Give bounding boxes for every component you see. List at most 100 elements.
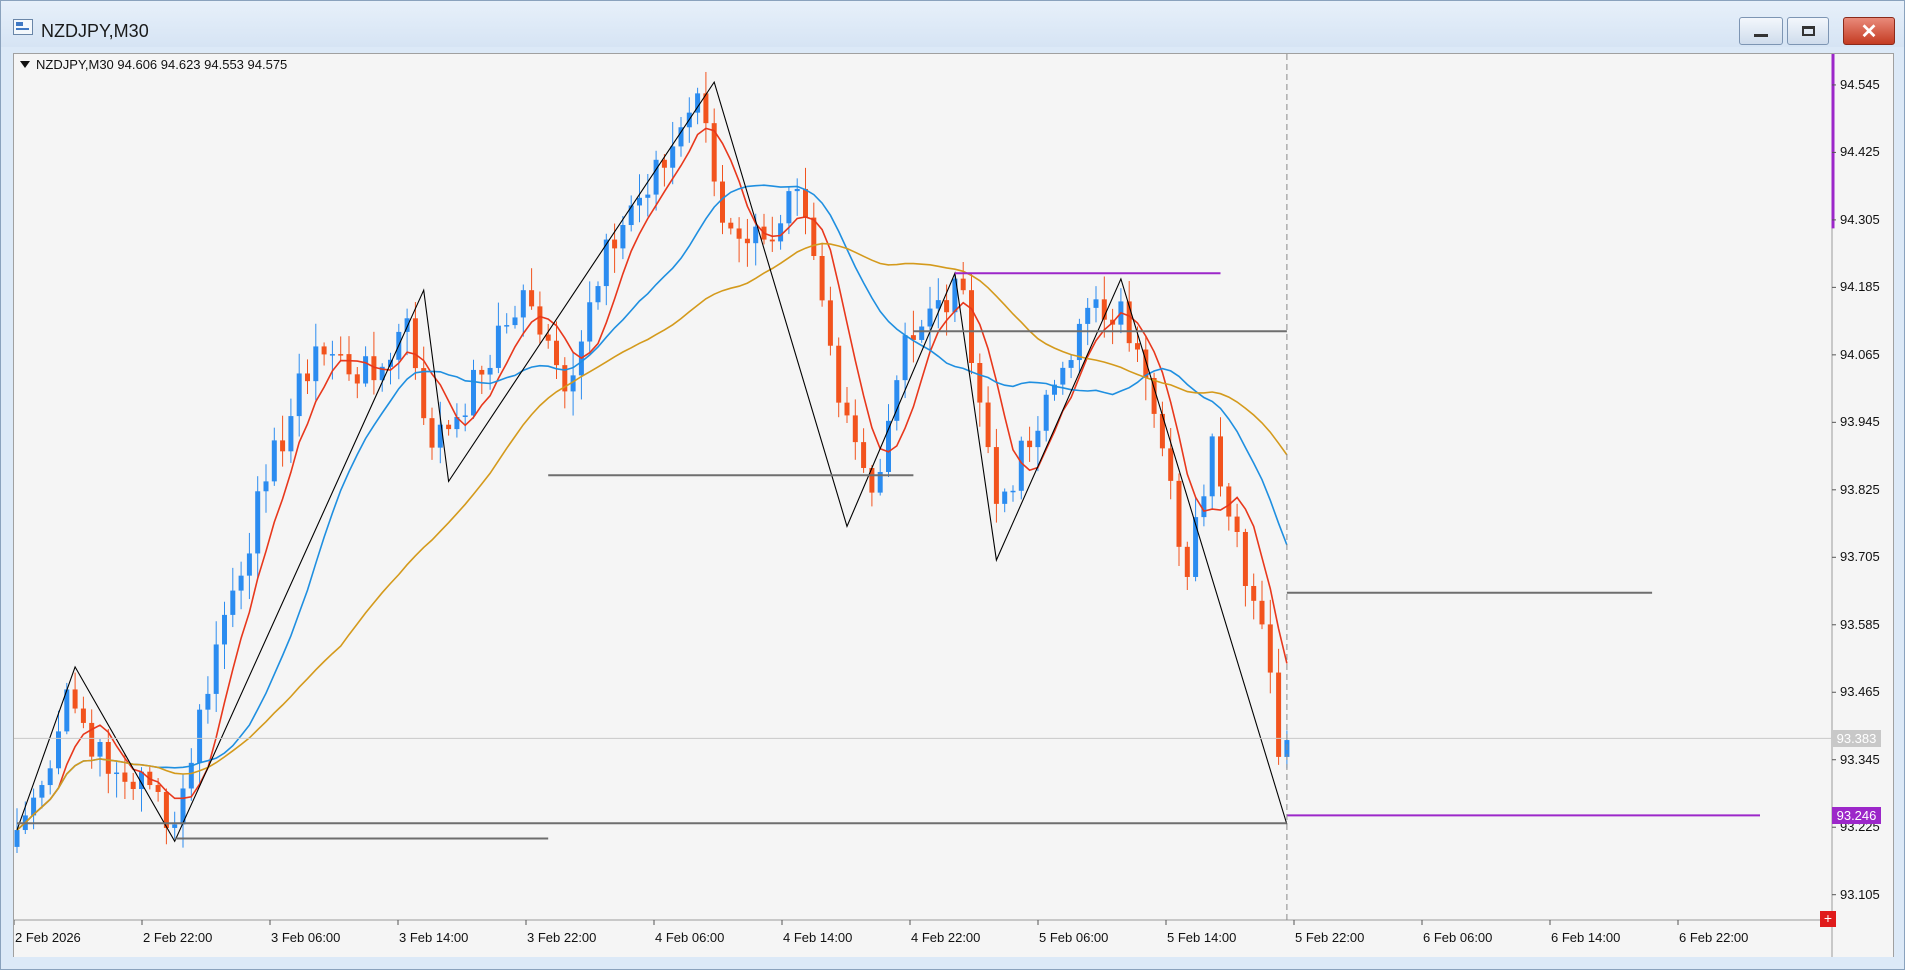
- bullish-candle: [205, 693, 211, 710]
- bullish-candle: [786, 191, 792, 224]
- bullish-candle: [1085, 307, 1091, 324]
- price-tick-label: 94.425: [1840, 144, 1880, 160]
- bearish-candle: [72, 689, 78, 709]
- price-chart[interactable]: NZDJPY,M30 94.606 94.623 94.553 94.575 9…: [13, 53, 1894, 959]
- title-bar[interactable]: NZDJPY,M30 ✕: [1, 1, 1904, 47]
- time-tick-label: 5 Feb 06:00: [1039, 930, 1109, 945]
- chart-canvas[interactable]: [14, 54, 1893, 958]
- collapse-triangle-icon[interactable]: [20, 61, 30, 68]
- bearish-candle: [1184, 546, 1190, 577]
- bearish-candle: [827, 300, 833, 346]
- bullish-candle: [462, 415, 468, 417]
- bullish-candle: [97, 742, 103, 757]
- bullish-candle: [927, 308, 933, 327]
- time-tick-label: 5 Feb 14:00: [1167, 930, 1237, 945]
- price-tick-label: 94.185: [1840, 279, 1880, 295]
- bearish-candle: [852, 415, 858, 443]
- bearish-candle: [1234, 516, 1240, 532]
- price-tick-label: 93.345: [1840, 751, 1880, 767]
- time-tick-label: 2 Feb 22:00: [143, 930, 213, 945]
- bearish-candle: [412, 318, 418, 369]
- time-tick-label: 6 Feb 14:00: [1551, 930, 1621, 945]
- bullish-candle: [794, 188, 800, 192]
- minimize-button[interactable]: [1739, 17, 1783, 45]
- bearish-candle: [720, 181, 725, 223]
- bearish-candle: [993, 447, 999, 504]
- add-plus-button[interactable]: +: [1820, 911, 1836, 927]
- bullish-candle: [595, 286, 601, 303]
- bearish-candle: [321, 346, 327, 355]
- moving-average-mid: [16, 184, 1288, 831]
- bullish-candle: [504, 325, 510, 327]
- bearish-candle: [80, 708, 86, 723]
- bullish-candle: [222, 614, 227, 645]
- bearish-candle: [1159, 413, 1165, 449]
- bullish-candle: [271, 440, 277, 482]
- current-price-badge: 93.383: [1832, 730, 1881, 748]
- bullish-candle: [670, 146, 676, 168]
- time-tick-label: 6 Feb 06:00: [1423, 930, 1493, 945]
- bullish-candle: [620, 225, 626, 249]
- window-title: NZDJPY,M30: [41, 21, 149, 41]
- time-tick-label: 4 Feb 06:00: [655, 930, 725, 945]
- bullish-candle: [363, 356, 369, 384]
- bearish-candle: [545, 334, 551, 341]
- bullish-candle: [213, 644, 219, 694]
- bearish-candle: [811, 217, 817, 256]
- bearish-candle: [612, 239, 618, 249]
- bearish-candle: [1168, 448, 1174, 481]
- price-tick-label: 93.945: [1840, 414, 1880, 430]
- bullish-candle: [296, 373, 302, 417]
- price-tick-label: 94.545: [1840, 76, 1880, 92]
- zigzag-line: [16, 80, 1288, 843]
- bearish-candle: [736, 228, 742, 239]
- bearish-candle: [280, 440, 286, 452]
- bearish-candle: [155, 785, 161, 792]
- price-tick-label: 93.825: [1840, 481, 1880, 497]
- price-tick-label: 93.465: [1840, 684, 1880, 700]
- bearish-candle: [122, 772, 128, 782]
- bearish-candle: [338, 354, 344, 356]
- bullish-candle: [288, 416, 294, 452]
- bullish-candle: [255, 491, 261, 554]
- bullish-candle: [56, 731, 61, 769]
- close-button[interactable]: ✕: [1843, 17, 1895, 45]
- bullish-candle: [1043, 394, 1049, 431]
- chart-window-icon: [13, 19, 33, 35]
- bullish-candle: [1076, 323, 1082, 361]
- bullish-candle: [172, 824, 178, 828]
- time-tick-label: 4 Feb 22:00: [911, 930, 981, 945]
- level-price-badge: 93.246: [1832, 807, 1881, 825]
- time-tick-label: 3 Feb 06:00: [271, 930, 341, 945]
- bullish-candle: [246, 553, 252, 576]
- symbol-info: NZDJPY,M30 94.606 94.623 94.553 94.575: [20, 57, 287, 72]
- bearish-candle: [977, 363, 983, 403]
- bearish-candle: [744, 238, 750, 244]
- bullish-candle: [1068, 360, 1074, 368]
- maximize-icon: [1801, 26, 1815, 36]
- bullish-candle: [495, 325, 501, 368]
- bearish-candle: [1276, 672, 1282, 757]
- bearish-candle: [1226, 486, 1232, 517]
- bullish-candle: [238, 575, 244, 591]
- bullish-candle: [14, 830, 20, 847]
- bearish-candle: [1027, 440, 1033, 448]
- bearish-candle: [944, 300, 950, 313]
- bullish-candle: [512, 317, 518, 326]
- bullish-candle: [1093, 299, 1099, 308]
- maximize-button[interactable]: [1787, 17, 1829, 45]
- time-tick-label: 6 Feb 22:00: [1679, 930, 1749, 945]
- bearish-candle: [1267, 624, 1273, 673]
- time-tick-label: 5 Feb 22:00: [1295, 930, 1365, 945]
- time-tick-label: 3 Feb 14:00: [399, 930, 469, 945]
- bullish-candle: [263, 481, 269, 492]
- bearish-candle: [554, 340, 559, 366]
- bullish-candle: [778, 223, 784, 242]
- price-tick-label: 93.105: [1840, 886, 1880, 902]
- bullish-candle: [471, 369, 476, 416]
- bullish-candle: [329, 354, 335, 356]
- chart-window: NZDJPY,M30 ✕ NZDJPY,M30 94.606 94.623 94…: [0, 0, 1905, 970]
- bearish-candle: [836, 345, 842, 403]
- bullish-candle: [902, 335, 908, 381]
- bullish-candle: [919, 326, 925, 340]
